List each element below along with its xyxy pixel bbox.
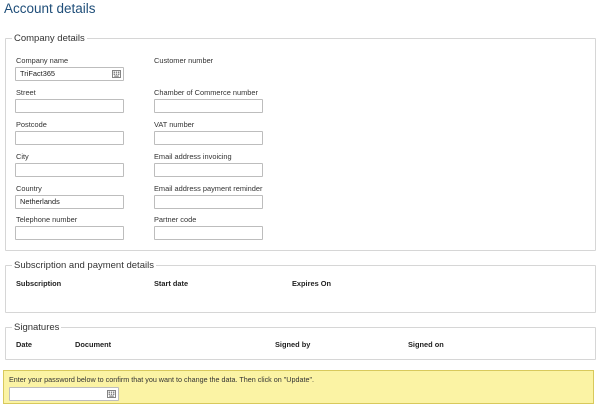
company-name-value: TriFact365: [20, 69, 56, 78]
signed-by-col-header: Signed by: [275, 340, 311, 349]
email-reminder-field[interactable]: [154, 195, 263, 209]
country-field[interactable]: Netherlands: [15, 195, 124, 209]
email-invoicing-label: Email address invoicing: [154, 152, 232, 161]
password-confirm-notice: Enter your password below to confirm tha…: [3, 370, 594, 404]
customer-number-label: Customer number: [154, 56, 214, 65]
chamber-field[interactable]: [154, 99, 263, 113]
company-name-label: Company name: [16, 56, 69, 65]
password-field[interactable]: [9, 387, 119, 401]
telephone-field[interactable]: [15, 226, 124, 240]
company-details-legend: Company details: [14, 33, 85, 44]
signatures-legend: Signatures: [14, 322, 60, 333]
street-field[interactable]: [15, 99, 124, 113]
company-name-field[interactable]: TriFact365: [15, 67, 124, 81]
page-title: Account details: [4, 1, 96, 16]
start-date-col-header: Start date: [154, 279, 189, 288]
document-col-header: Document: [75, 340, 112, 349]
chamber-label: Chamber of Commerce number: [154, 88, 258, 97]
keyboard-icon[interactable]: [112, 70, 121, 78]
city-label: City: [16, 152, 29, 161]
email-reminder-label: Email address payment reminder: [154, 184, 263, 193]
vat-label: VAT number: [154, 120, 195, 129]
partner-code-label: Partner code: [154, 215, 197, 224]
partner-code-field[interactable]: [154, 226, 263, 240]
telephone-label: Telephone number: [16, 215, 78, 224]
street-label: Street: [16, 88, 36, 97]
vat-field[interactable]: [154, 131, 263, 145]
city-field[interactable]: [15, 163, 124, 177]
expires-on-col-header: Expires On: [292, 279, 332, 288]
country-label: Country: [16, 184, 42, 193]
subscription-legend: Subscription and payment details: [14, 260, 154, 271]
confirm-instructions: Enter your password below to confirm tha…: [9, 375, 315, 384]
signed-on-col-header: Signed on: [408, 340, 444, 349]
date-col-header: Date: [16, 340, 33, 349]
postcode-field[interactable]: [15, 131, 124, 145]
keyboard-icon[interactable]: [107, 390, 116, 398]
postcode-label: Postcode: [16, 120, 47, 129]
subscription-col-header: Subscription: [16, 279, 62, 288]
email-invoicing-field[interactable]: [154, 163, 263, 177]
